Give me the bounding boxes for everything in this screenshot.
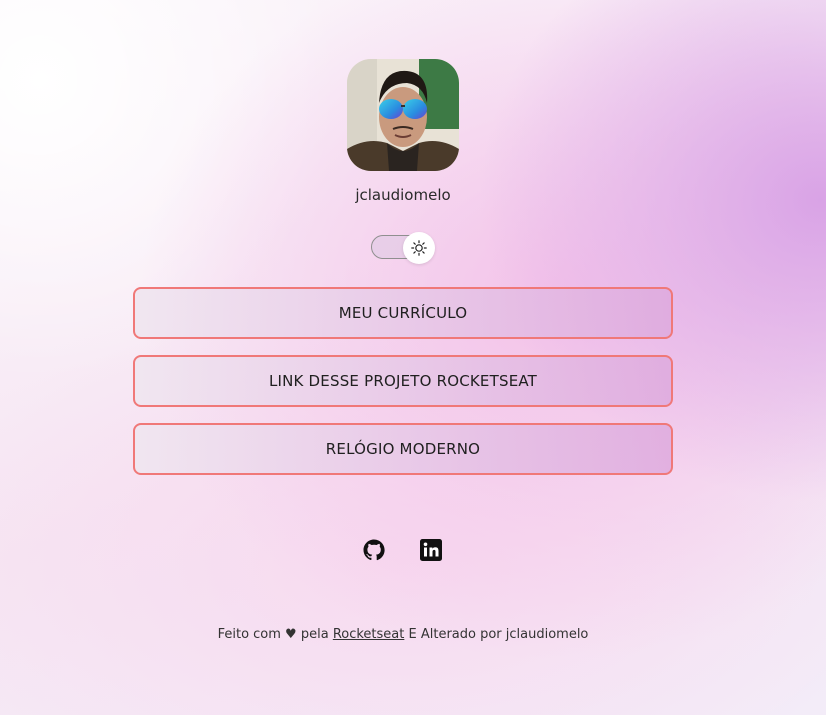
- github-link[interactable]: [362, 538, 386, 562]
- sun-icon: [411, 240, 427, 256]
- github-icon: [363, 539, 385, 561]
- username: jclaudiomelo: [355, 186, 451, 204]
- profile-photo: [347, 59, 459, 171]
- social-links: [362, 538, 443, 562]
- link-item: LINK DESSE PROJETO ROCKETSEAT: [133, 355, 673, 407]
- link-item: MEU CURRÍCULO: [133, 287, 673, 339]
- footer: Feito com ♥ pela Rocketseat E Alterado p…: [0, 627, 806, 642]
- theme-switch-knob[interactable]: [403, 232, 435, 264]
- link-curriculo-button[interactable]: MEU CURRÍCULO: [133, 287, 673, 339]
- avatar: [347, 59, 459, 171]
- rocketseat-link[interactable]: Rocketseat: [333, 627, 405, 642]
- link-relogio-moderno-button[interactable]: RELÓGIO MODERNO: [133, 423, 673, 475]
- link-projeto-rocketseat-button[interactable]: LINK DESSE PROJETO ROCKETSEAT: [133, 355, 673, 407]
- footer-suffix: E Alterado por jclaudiomelo: [404, 627, 589, 642]
- linkedin-link[interactable]: [419, 538, 443, 562]
- linkedin-icon: [420, 539, 442, 561]
- link-item: RELÓGIO MODERNO: [133, 423, 673, 475]
- links-list: MEU CURRÍCULO LINK DESSE PROJETO ROCKETS…: [133, 287, 673, 491]
- footer-prefix: Feito com ♥ pela: [217, 627, 333, 642]
